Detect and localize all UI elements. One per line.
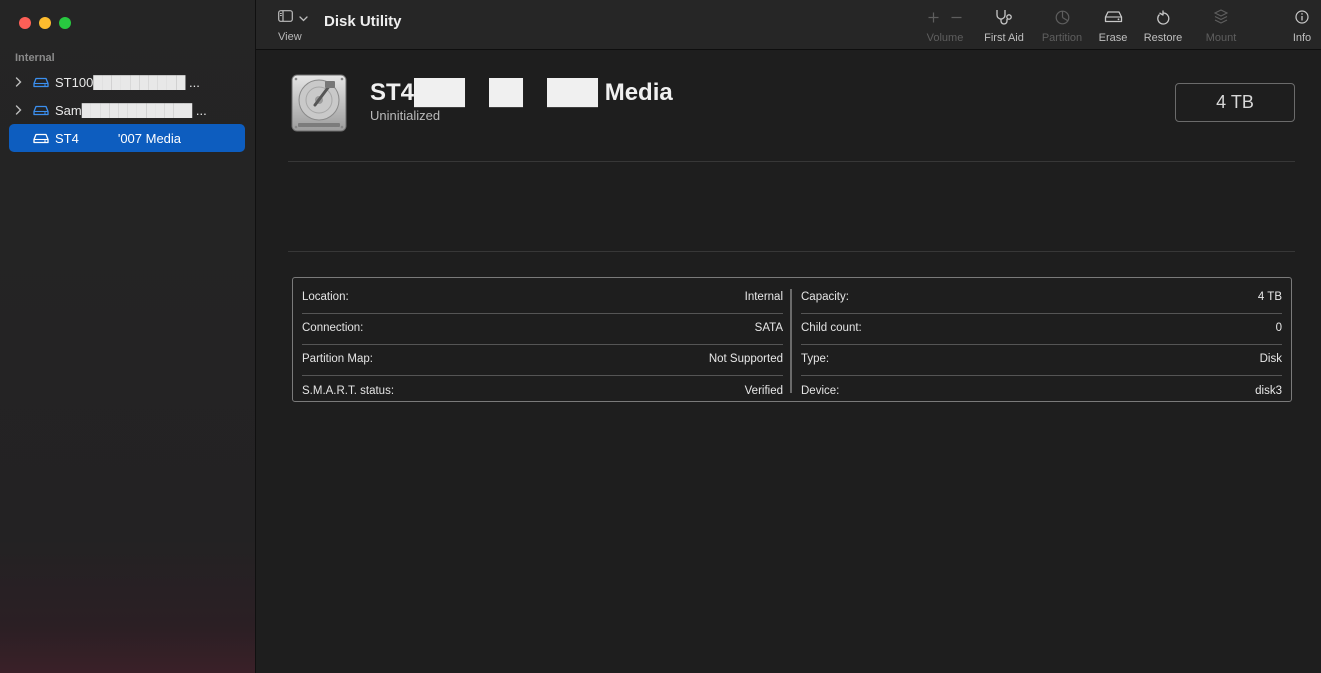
info-value: disk3: [1255, 384, 1282, 397]
hard-drive-icon: [290, 73, 348, 138]
info-label: Device:: [801, 384, 840, 397]
divider: [288, 251, 1295, 252]
info-label: Connection:: [302, 322, 364, 334]
window-controls: [19, 17, 71, 29]
sidebar: Internal ST100██████████ ... Sam████████: [0, 0, 256, 673]
sidebar-item-disk-3-selected[interactable]: ST4 '007 Media: [9, 124, 245, 152]
internal-disk-icon: [27, 77, 55, 88]
info-row-location: Location: Internal: [302, 283, 783, 314]
volume-button[interactable]: Volume: [922, 9, 968, 44]
info-button[interactable]: Info: [1290, 9, 1314, 44]
mount-button[interactable]: Mount: [1201, 9, 1241, 44]
view-label: View: [278, 31, 302, 43]
disk-title: ST4███ ██ ███ Media: [370, 79, 673, 106]
restore-label: Restore: [1143, 32, 1183, 44]
mount-icon: [1213, 9, 1229, 28]
internal-disk-icon: [27, 105, 55, 116]
close-button[interactable]: [19, 17, 31, 29]
info-row-connection: Connection: SATA: [302, 314, 783, 345]
internal-disk-icon: [27, 133, 55, 144]
info-label: S.M.A.R.T. status:: [302, 384, 395, 397]
sidebar-item-label: ST100██████████ ...: [55, 74, 200, 90]
divider: [288, 161, 1295, 162]
toolbar: View Disk Utility Volume First Aid Parti…: [256, 0, 1321, 50]
chevron-right-icon[interactable]: [9, 105, 27, 115]
info-value: 0: [1275, 322, 1282, 334]
info-column-right: Capacity: 4 TB Child count: 0 Type: Disk…: [792, 283, 1291, 401]
stethoscope-icon: [995, 9, 1013, 28]
info-value: Disk: [1259, 353, 1282, 365]
info-row-capacity: Capacity: 4 TB: [801, 283, 1282, 314]
info-value: Not Supported: [708, 353, 783, 365]
partition-label: Partition: [1041, 32, 1083, 44]
capacity-badge: 4 TB: [1175, 83, 1295, 122]
erase-label: Erase: [1098, 32, 1128, 44]
first-aid-label: First Aid: [984, 32, 1024, 44]
info-value: SATA: [754, 322, 783, 334]
restore-arrow-icon: [1156, 10, 1170, 28]
zoom-button[interactable]: [59, 17, 71, 29]
chevron-down-icon: [299, 9, 308, 27]
partition-button[interactable]: Partition: [1036, 9, 1088, 44]
sidebar-item-disk-1[interactable]: ST100██████████ ...: [9, 68, 245, 96]
info-value: Verified: [744, 384, 783, 397]
minimize-button[interactable]: [39, 17, 51, 29]
sidebar-section-internal: Internal: [15, 52, 55, 64]
erase-button[interactable]: Erase: [1096, 9, 1130, 44]
pie-icon: [1055, 10, 1070, 28]
sidebar-toggle-icon: [278, 9, 293, 27]
volume-label: Volume: [926, 32, 964, 44]
info-row-child-count: Child count: 0: [801, 314, 1282, 345]
disk-list: ST100██████████ ... Sam████████████ ... …: [9, 68, 245, 152]
info-value: 4 TB: [1257, 291, 1282, 303]
mount-label: Mount: [1205, 32, 1237, 44]
info-icon: [1295, 10, 1309, 27]
sidebar-item-label: Sam████████████ ...: [55, 102, 207, 118]
info-row-type: Type: Disk: [801, 345, 1282, 376]
info-label: Type:: [801, 353, 830, 365]
sidebar-item-disk-2[interactable]: Sam████████████ ...: [9, 96, 245, 124]
first-aid-button[interactable]: First Aid: [980, 9, 1028, 44]
disk-utility-window: Internal ST100██████████ ... Sam████████: [0, 0, 1321, 673]
minus-icon: [951, 12, 962, 26]
info-label: Location:: [302, 291, 349, 303]
info-value: Internal: [744, 291, 783, 303]
main-pane: View Disk Utility Volume First Aid Parti…: [256, 0, 1321, 673]
app-title: Disk Utility: [324, 13, 402, 30]
chevron-right-icon[interactable]: [9, 77, 27, 87]
info-label: Child count:: [801, 322, 862, 334]
info-label: Capacity:: [801, 291, 849, 303]
plus-icon: [928, 12, 939, 26]
info-row-device: Device: disk3: [801, 376, 1282, 407]
restore-button[interactable]: Restore: [1141, 9, 1185, 44]
info-label: Partition Map:: [302, 353, 373, 365]
view-menu-button[interactable]: View: [278, 9, 318, 47]
sidebar-item-label: ST4 '007 Media: [55, 130, 182, 146]
disk-header: ST4███ ██ ███ Media Uninitialized 4 TB: [290, 73, 1295, 133]
disk-status: Uninitialized: [370, 108, 441, 123]
info-row-partition-map: Partition Map: Not Supported: [302, 345, 783, 376]
info-column-left: Location: Internal Connection: SATA Part…: [293, 283, 792, 401]
disk-info-table: Location: Internal Connection: SATA Part…: [292, 277, 1292, 402]
info-row-smart-status: S.M.A.R.T. status: Verified: [302, 376, 783, 407]
info-label: Info: [1292, 32, 1312, 44]
erase-car-icon: [1104, 10, 1123, 27]
